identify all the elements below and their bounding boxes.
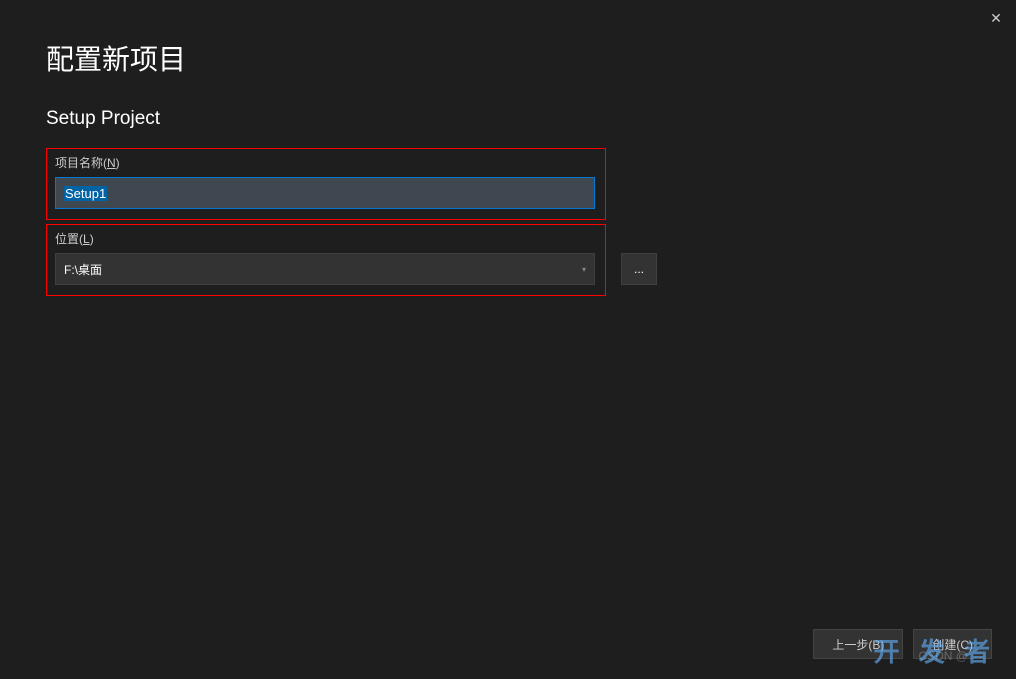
template-title: Setup Project (46, 108, 970, 130)
location-group: 位置(L) F:\桌面 ▾ ... (46, 224, 606, 296)
close-button[interactable]: ✕ (986, 8, 1006, 28)
project-name-value: Setup1 (64, 186, 107, 201)
create-button[interactable]: 创建(C) (913, 629, 992, 659)
dialog-window: ✕ 配置新项目 Setup Project 项目名称(N) Setup1 位置(… (0, 0, 1016, 679)
location-label: 位置(L) (55, 230, 597, 247)
page-title: 配置新项目 (46, 38, 970, 78)
close-icon: ✕ (990, 10, 1002, 27)
project-name-input[interactable]: Setup1 (55, 177, 595, 209)
browse-label: ... (634, 262, 644, 276)
dialog-footer: 上一步(B) 创建(C) (0, 609, 1016, 679)
project-name-label: 项目名称(N) (55, 154, 597, 171)
content-area: 配置新项目 Setup Project 项目名称(N) Setup1 位置(L)… (0, 0, 1016, 296)
back-button[interactable]: 上一步(B) (813, 629, 903, 659)
browse-button[interactable]: ... (621, 253, 657, 285)
location-value: F:\桌面 (64, 261, 102, 278)
location-dropdown[interactable]: F:\桌面 ▾ (55, 253, 595, 285)
chevron-down-icon: ▾ (582, 265, 586, 274)
project-name-group: 项目名称(N) Setup1 (46, 148, 606, 220)
